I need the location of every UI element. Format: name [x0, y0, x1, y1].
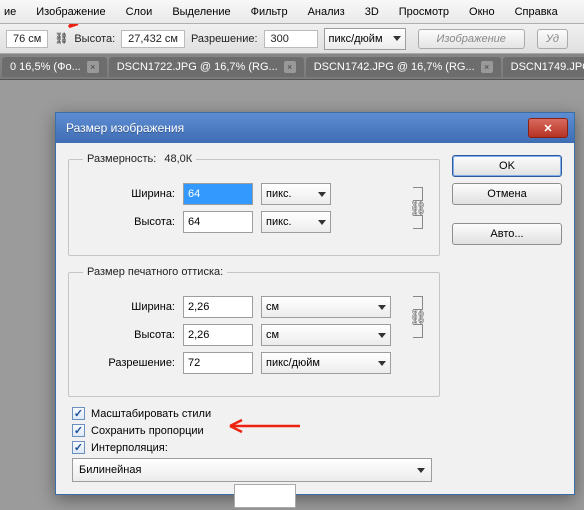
menu-item-analysis[interactable]: Анализ — [298, 2, 355, 22]
px-height-label: Высота: — [83, 216, 175, 228]
close-button[interactable]: ✕ — [528, 118, 568, 138]
document-tab[interactable]: DSCN1749.JPG @ — [503, 57, 584, 77]
pixel-dim-value: 48,0К — [164, 153, 192, 165]
menu-item-filter[interactable]: Фильтр — [241, 2, 298, 22]
menu-item-help[interactable]: Справка — [505, 2, 568, 22]
interpolation-select[interactable]: Билинейная — [72, 458, 432, 482]
interpolation-checkbox[interactable]: ✓ — [72, 441, 85, 454]
close-icon[interactable]: × — [284, 61, 296, 73]
menu-item-select[interactable]: Выделение — [162, 2, 240, 22]
print-legend: Размер печатного оттиска: — [83, 266, 227, 278]
scale-styles-checkbox[interactable]: ✓ — [72, 407, 85, 420]
dialog-title: Размер изображения — [66, 121, 184, 135]
document-tab[interactable]: 0 16,5% (Фо...× — [2, 57, 107, 77]
resolution-unit[interactable]: пикс/дюйм — [261, 352, 391, 374]
options-bar: 76 см ⛓ Высота: 27,432 см Разрешение: 30… — [0, 24, 584, 54]
print-width-input[interactable] — [183, 296, 253, 318]
link-icon: ⛓ — [54, 32, 68, 45]
menu-item-window[interactable]: Окно — [459, 2, 505, 22]
document-tab[interactable]: DSCN1722.JPG @ 16,7% (RG...× — [109, 57, 304, 77]
dialog-titlebar[interactable]: Размер изображения ✕ — [56, 113, 574, 143]
close-icon[interactable]: × — [87, 61, 99, 73]
opt-res-unit[interactable]: пикс/дюйм — [324, 28, 406, 50]
px-width-unit[interactable]: пикс. — [261, 183, 331, 205]
pixel-dimensions-group: Размерность: 48,0К Ширина: пикс. Высота: — [68, 153, 440, 256]
scale-styles-label: Масштабировать стили — [91, 408, 211, 420]
constrain-proportions-label: Сохранить пропорции — [91, 425, 204, 437]
menu-item-view[interactable]: Просмотр — [389, 2, 459, 22]
resolution-input[interactable] — [183, 352, 253, 374]
print-height-label: Высота: — [83, 329, 175, 341]
px-width-input[interactable] — [183, 183, 253, 205]
menu-item-layers[interactable]: Слои — [116, 2, 163, 22]
ok-button[interactable]: OK — [452, 155, 562, 177]
document-tab[interactable]: DSCN1742.JPG @ 16,7% (RG...× — [306, 57, 501, 77]
opt-delete-button[interactable]: Уд — [537, 29, 568, 49]
opt-height-label: Высота: — [74, 33, 115, 45]
print-width-label: Ширина: — [83, 301, 175, 313]
auto-button[interactable]: Авто... — [452, 223, 562, 245]
white-box — [234, 484, 296, 508]
cancel-button[interactable]: Отмена — [452, 183, 562, 205]
print-width-unit[interactable]: см — [261, 296, 391, 318]
opt-image-button[interactable]: Изображение — [418, 29, 525, 49]
menu-bar: ие Изображение Слои Выделение Фильтр Ана… — [0, 0, 584, 24]
link-icon[interactable]: ⛓ — [411, 201, 425, 215]
opt-width-value: 76 см — [6, 30, 48, 48]
close-icon[interactable]: × — [481, 61, 493, 73]
link-icon[interactable]: ⛓ — [411, 310, 425, 324]
menu-item-cut[interactable]: ие — [4, 2, 26, 22]
interpolation-label: Интерполяция: — [91, 442, 168, 454]
print-height-input[interactable] — [183, 324, 253, 346]
pixel-dim-label: Размерность: — [87, 153, 156, 165]
print-height-unit[interactable]: см — [261, 324, 391, 346]
px-height-input[interactable] — [183, 211, 253, 233]
opt-res-value: 300 — [264, 30, 318, 48]
opt-res-label: Разрешение: — [191, 33, 258, 45]
print-dimensions-group: Размер печатного оттиска: Ширина: см Выс… — [68, 266, 440, 397]
resolution-label: Разрешение: — [83, 357, 175, 369]
px-height-unit[interactable]: пикс. — [261, 211, 331, 233]
menu-item-image[interactable]: Изображение — [26, 2, 115, 22]
px-width-label: Ширина: — [83, 188, 175, 200]
image-size-dialog: Размер изображения ✕ Размерность: 48,0К … — [55, 112, 575, 495]
menu-item-3d[interactable]: 3D — [355, 2, 389, 22]
opt-height-value: 27,432 см — [121, 30, 185, 48]
constrain-proportions-checkbox[interactable]: ✓ — [72, 424, 85, 437]
document-tab-bar: 0 16,5% (Фо...× DSCN1722.JPG @ 16,7% (RG… — [0, 54, 584, 80]
